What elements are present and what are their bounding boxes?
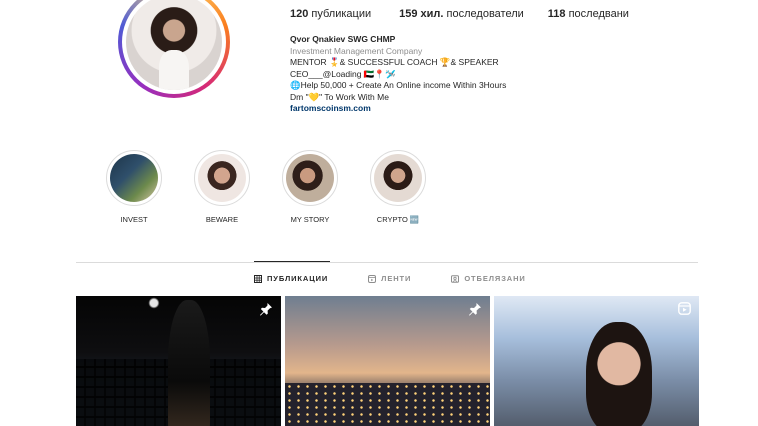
followers-count: 159 хил.	[399, 8, 444, 20]
highlight-my-story[interactable]: MY STORY	[280, 150, 340, 224]
tab-posts-label: ПУБЛИКАЦИИ	[267, 274, 329, 283]
story-highlights: INVEST BEWARE MY STORY CRYPTO 🆕	[104, 150, 456, 224]
tagged-icon	[451, 274, 460, 283]
highlight-ring	[370, 150, 426, 206]
bio-line-2: CEO___@Loading 🇦🇪📍🛩️	[290, 68, 396, 79]
post-thumbnail[interactable]	[285, 296, 490, 426]
highlight-crypto[interactable]: CRYPTO 🆕	[368, 150, 428, 224]
grid-icon	[254, 274, 262, 283]
following-stat[interactable]: 118 последвани	[548, 8, 629, 20]
highlight-cover	[198, 154, 246, 202]
tab-tagged-label: ОТБЕЛЯЗАНИ	[464, 274, 526, 283]
tab-reels[interactable]: ЛЕНТИ	[368, 274, 411, 283]
bio-line-3: 🌐Help 50,000 + Create An Online income W…	[290, 80, 507, 90]
bio-line-4: Dm "💛" To Work With Me	[290, 91, 389, 102]
portrait-figure	[586, 322, 652, 426]
profile-stats: 120 публикации 159 хил. последователи 11…	[290, 8, 653, 20]
city-lights	[285, 382, 490, 426]
posts-grid	[76, 296, 699, 426]
highlight-label: BEWARE	[205, 215, 239, 224]
avatar-image	[126, 0, 222, 90]
post-thumbnail[interactable]	[76, 296, 281, 426]
followers-stat[interactable]: 159 хил. последователи	[399, 8, 524, 20]
highlight-label: INVEST	[120, 215, 148, 224]
posts-label: публикации	[311, 8, 372, 20]
profile-name: Qvor Qnakiev SWG CHMP	[290, 34, 396, 44]
followers-label: последователи	[446, 8, 524, 20]
pin-icon	[260, 303, 272, 316]
highlight-label: CRYPTO 🆕	[376, 215, 420, 224]
highlight-invest[interactable]: INVEST	[104, 150, 164, 224]
active-tab-indicator	[254, 261, 330, 262]
highlight-beware[interactable]: BEWARE	[192, 150, 252, 224]
tab-tagged[interactable]: ОТБЕЛЯЗАНИ	[451, 274, 525, 283]
highlight-ring	[194, 150, 250, 206]
bio-link[interactable]: fartomscoinsm.com	[290, 103, 590, 115]
posts-stat: 120 публикации	[290, 8, 371, 20]
profile-category: Investment Management Company	[290, 45, 423, 56]
profile-bio: Qvor Qnakiev SWG CHMP Investment Managem…	[290, 34, 590, 115]
following-count: 118	[547, 8, 566, 20]
post-thumbnail[interactable]	[494, 296, 699, 426]
bio-line-1: MENTOR 🎖️& SUCCESSFUL COACH 🏆& SPEAKER	[290, 57, 499, 67]
following-label: последвани	[568, 8, 629, 20]
tabs-divider	[76, 262, 698, 263]
speaker-figure	[168, 300, 210, 426]
reels-icon	[368, 274, 377, 283]
highlight-cover	[286, 154, 334, 202]
highlight-ring	[282, 150, 338, 206]
reel-icon	[678, 302, 691, 315]
profile-avatar[interactable]	[118, 0, 230, 98]
highlight-label: MY STORY	[290, 215, 330, 224]
pin-icon	[469, 303, 481, 316]
tab-reels-label: ЛЕНТИ	[381, 274, 412, 283]
highlight-cover	[110, 154, 158, 202]
posts-count: 120	[290, 8, 309, 20]
highlight-cover	[374, 154, 422, 202]
highlight-ring	[106, 150, 162, 206]
profile-tabs: ПУБЛИКАЦИИ ЛЕНТИ ОТБЕЛЯЗАНИ	[254, 274, 566, 283]
tab-posts[interactable]: ПУБЛИКАЦИИ	[254, 274, 328, 283]
avatar-border	[122, 0, 226, 94]
